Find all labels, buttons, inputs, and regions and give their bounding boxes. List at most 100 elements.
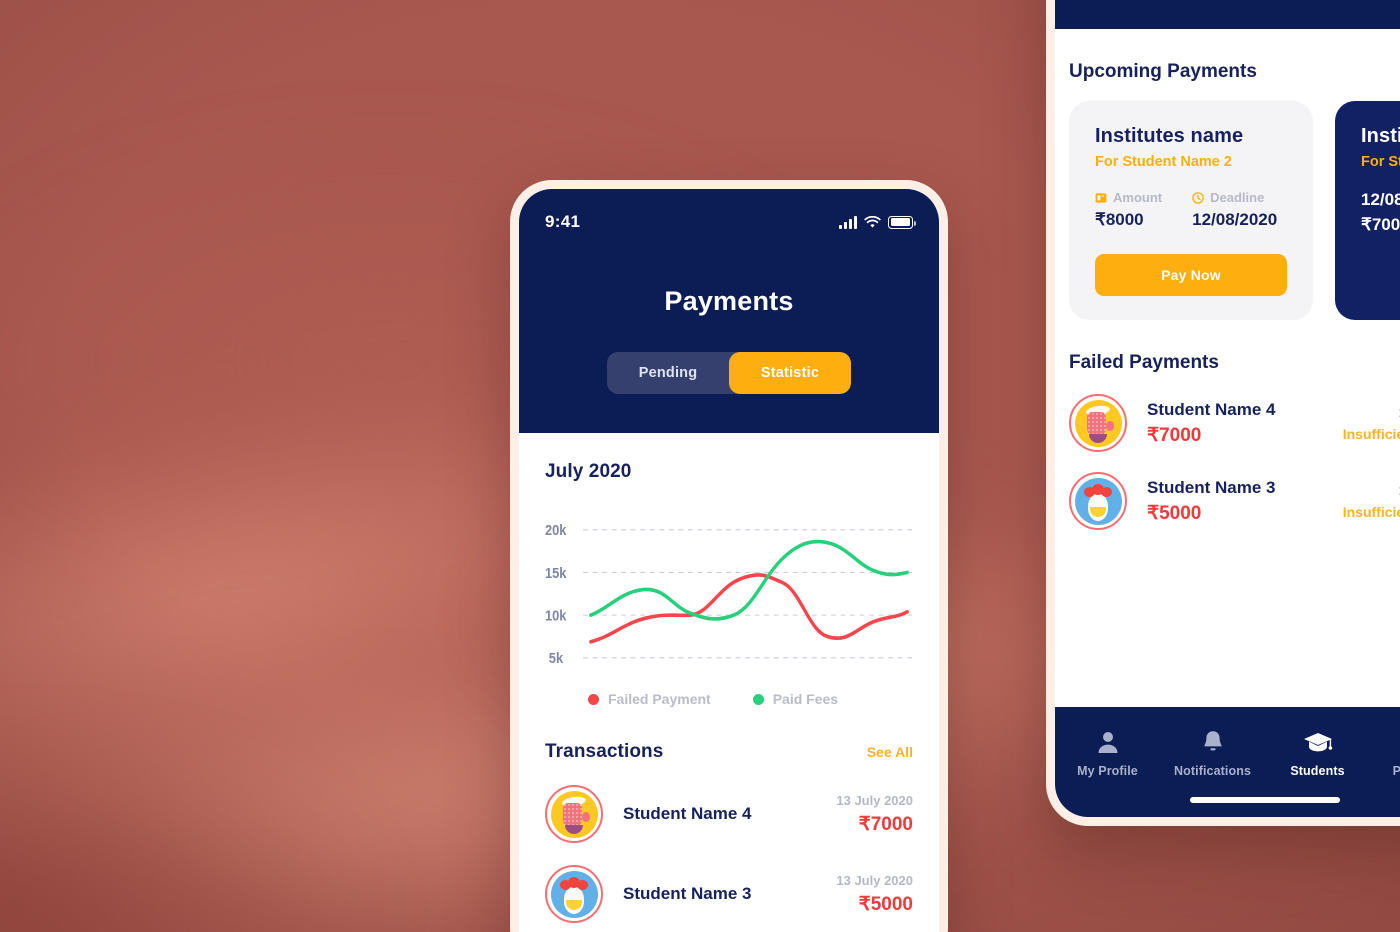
wallet-icon xyxy=(1370,727,1400,757)
battery-full-icon xyxy=(888,215,916,229)
page-title: Payments xyxy=(664,286,794,316)
failed-payment-meta: 13 July 2020 Insufficient Balance xyxy=(1343,405,1400,442)
chart-gridlines xyxy=(583,529,913,659)
avatar-face-blue xyxy=(1069,472,1127,530)
table-row[interactable]: Student Name 3 ₹5000 13 July 2020 Insuff… xyxy=(1055,472,1400,530)
transactions-heading: Transactions xyxy=(545,741,664,762)
deadline-label-row: Deadline xyxy=(1192,190,1277,205)
graduation-cap-icon xyxy=(1265,727,1370,757)
transactions-header: Transactions See All xyxy=(545,741,913,763)
ytick-label: 20k xyxy=(545,522,567,538)
nav-item-students[interactable]: Students xyxy=(1265,727,1370,778)
person-icon xyxy=(1055,727,1160,757)
phone2-header: Pending Statistic xyxy=(1055,0,1400,29)
institute-name: Institutes name xyxy=(1361,125,1400,147)
status-badge: Insufficient Balance xyxy=(1342,503,1400,520)
transaction-date: 13 July 2020 xyxy=(836,872,913,888)
legend-dot-icon xyxy=(588,693,599,705)
transaction-amount: ₹5000 xyxy=(858,893,913,915)
avatar-mug-yellow xyxy=(545,785,603,843)
ytick-label: 5k xyxy=(549,650,564,666)
home-indicator xyxy=(1190,797,1340,803)
chart-section: July 2020 20k 15k 10k 5k Failed Payment … xyxy=(519,461,939,923)
nav-item-notifications[interactable]: Notifications xyxy=(1160,727,1265,778)
status-badge: Insufficient Balance xyxy=(1342,425,1400,442)
money-note-icon xyxy=(1095,192,1107,203)
failed-payment-meta: 13 July 2020 Insufficient Balance xyxy=(1343,483,1400,520)
nav-label: Notifications xyxy=(1174,764,1251,778)
legend-label: Paid Fees xyxy=(772,691,839,707)
phone2-screen: Pending Statistic Upcoming Payments Inst… xyxy=(1055,0,1400,817)
clock-icon xyxy=(1192,191,1204,204)
phone-mockup-pending: Pending Statistic Upcoming Payments Inst… xyxy=(1046,0,1400,826)
deadline-value: 12/08/2020 xyxy=(1192,210,1278,229)
status-icons xyxy=(839,215,916,229)
table-row[interactable]: Student Name 4 ₹7000 13 July 2020 Insuff… xyxy=(1055,394,1400,452)
failed-date: 13 July 2020 xyxy=(1343,405,1400,420)
segmented-tabs[interactable]: Pending Statistic xyxy=(607,352,851,394)
avatar-mug-yellow xyxy=(1069,394,1127,452)
transaction-meta: 13 July 2020 ₹5000 xyxy=(836,873,913,916)
avatar-face-blue xyxy=(545,865,603,923)
deadline-label: Deadline xyxy=(1210,190,1265,205)
cellular-bars-icon xyxy=(839,215,857,229)
transaction-name: Student Name 3 xyxy=(623,884,752,903)
nav-label: My Profile xyxy=(1077,764,1138,778)
transaction-meta: 13 July 2020 ₹7000 xyxy=(836,793,913,836)
deadline-block: Deadline 12/08/2020 xyxy=(1192,190,1277,230)
upcoming-payments-list: Institutes name For Student Name 2 Amoun… xyxy=(1055,101,1400,320)
failed-amount: ₹5000 xyxy=(1147,502,1202,524)
series-failed-payment-line xyxy=(589,573,909,644)
legend-dot-icon xyxy=(752,693,764,705)
amount-label-row: Amount xyxy=(1095,190,1162,205)
phone2-content: Upcoming Payments Institutes name For St… xyxy=(1055,61,1400,530)
transaction-date: 13 July 2020 xyxy=(836,792,913,808)
deadline-value: 12/08/2020 xyxy=(1361,190,1400,209)
legend-label: Failed Payment xyxy=(608,691,711,707)
nav-label: Payments xyxy=(1370,764,1400,778)
table-row[interactable]: Student Name 3 13 July 2020 ₹5000 xyxy=(545,865,913,923)
tab-pending[interactable]: Pending xyxy=(607,352,729,394)
legend-item-paid-fees: Paid Fees xyxy=(752,691,839,707)
for-student-label: For Student Name 2 xyxy=(1095,154,1232,170)
bottom-navigation[interactable]: My Profile Notifications Students xyxy=(1055,707,1400,817)
failed-date: 13 July 2020 xyxy=(1343,483,1400,498)
chart-heading: July 2020 xyxy=(545,461,632,482)
see-all-link[interactable]: See All xyxy=(867,744,913,760)
failed-payments-heading: Failed Payments xyxy=(1069,352,1219,373)
failed-payment-info: Student Name 4 ₹7000 xyxy=(1147,400,1275,447)
amount-value: ₹7000 xyxy=(1361,214,1400,234)
pay-now-button[interactable]: Pay Now xyxy=(1095,254,1287,296)
amount-block: Amount ₹8000 xyxy=(1095,190,1162,230)
for-student-label: For Student Name 1 xyxy=(1361,154,1400,170)
failed-payment-info: Student Name 3 ₹5000 xyxy=(1147,478,1275,525)
payment-card[interactable]: Institutes name For Student Name 2 Amoun… xyxy=(1069,101,1313,320)
chart-y-ticks: 20k 15k 10k 5k xyxy=(545,522,567,666)
chart-legend: Failed Payment Paid Fees xyxy=(545,691,913,707)
bell-icon xyxy=(1160,727,1265,757)
payment-meta: 12/08/2020 ₹7000 xyxy=(1361,188,1400,237)
transaction-name: Student Name 4 xyxy=(623,804,752,823)
amount-label: Amount xyxy=(1113,190,1163,205)
legend-item-failed-payment: Failed Payment xyxy=(588,691,711,707)
phone1-screen: 9:41 Payments Pending Statistic July 202… xyxy=(519,189,939,932)
nav-item-my-profile[interactable]: My Profile xyxy=(1055,727,1160,778)
student-name: Student Name 3 xyxy=(1147,477,1276,497)
institute-name: Institutes name xyxy=(1095,125,1244,147)
series-paid-fees-line xyxy=(589,539,909,621)
amount-value: ₹8000 xyxy=(1095,210,1144,229)
upcoming-payments-heading: Upcoming Payments xyxy=(1069,61,1257,82)
failed-amount: ₹7000 xyxy=(1147,424,1202,446)
status-bar: 9:41 xyxy=(545,209,916,235)
ytick-label: 15k xyxy=(545,565,567,581)
table-row[interactable]: Student Name 4 13 July 2020 ₹7000 xyxy=(545,785,913,843)
tab-statistic[interactable]: Statistic xyxy=(729,352,851,394)
payments-line-chart: 20k 15k 10k 5k xyxy=(545,517,913,677)
ytick-label: 10k xyxy=(545,608,567,624)
payment-card[interactable]: Institutes name For Student Name 1 12/08… xyxy=(1335,101,1400,320)
student-name: Student Name 4 xyxy=(1147,399,1276,419)
chart-svg: 20k 15k 10k 5k xyxy=(545,522,913,666)
wifi-icon xyxy=(864,215,881,228)
phone1-header: 9:41 Payments Pending Statistic xyxy=(519,189,939,433)
nav-item-payments[interactable]: Payments xyxy=(1370,727,1400,778)
